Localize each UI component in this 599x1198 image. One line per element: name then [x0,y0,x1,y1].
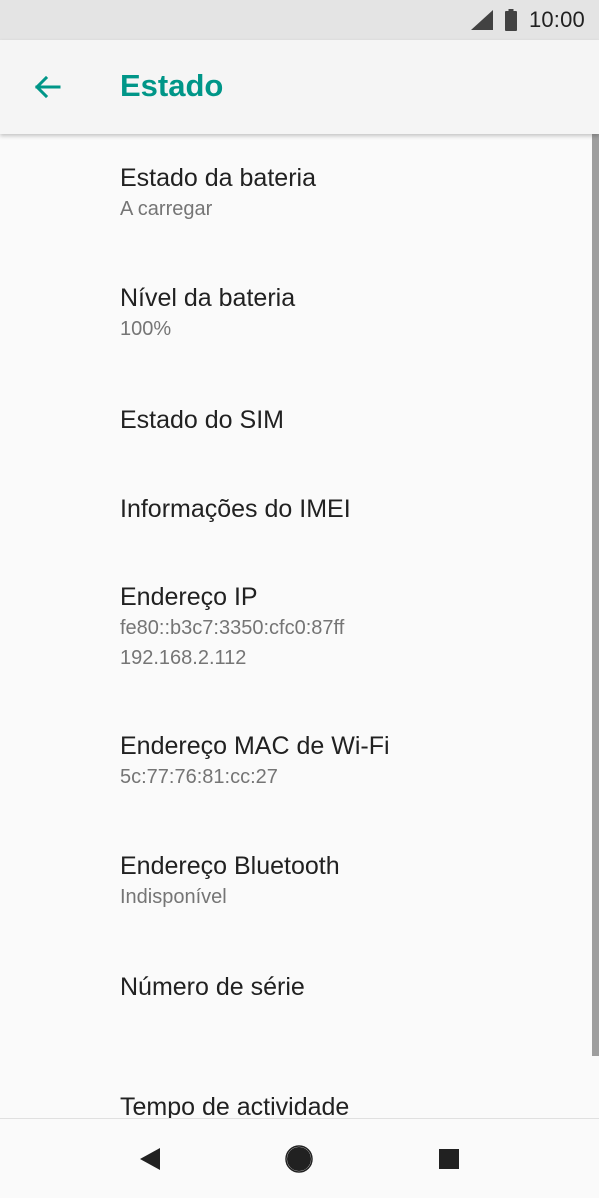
list-item-title: Estado da bateria [120,164,316,192]
triangle-back-icon [140,1148,160,1170]
list-item-imei-info[interactable]: Informações do IMEI [120,493,560,525]
list-item-title: Nível da bateria [120,284,296,312]
list-item-summary: 100% [120,318,172,340]
list-item-wifi-mac[interactable]: Endereço MAC de Wi-Fi 5c:77:76:81:cc:27 [120,730,560,792]
back-button[interactable] [28,68,66,106]
list-item-bluetooth-address[interactable]: Endereço Bluetooth Indisponível [120,850,560,912]
list-item-title: Endereço MAC de Wi-Fi [120,732,390,760]
nav-back-button[interactable] [130,1141,170,1177]
app-bar: Estado [0,40,599,134]
status-time: 10:00 [528,7,585,32]
list-item-ip-address[interactable]: Endereço IP fe80::b3c7:3350:cfc0:87ff 19… [120,581,560,673]
nav-recents-button[interactable] [429,1141,469,1177]
list-item-title: Tempo de actividade [120,1093,350,1118]
arrow-left-icon [34,75,61,99]
list-item-sim-status[interactable]: Estado do SIM [120,404,560,436]
navigation-bar [0,1118,599,1198]
list-item-battery-status[interactable]: Estado da bateria A carregar [120,162,560,224]
page-title: Estado [120,68,224,103]
list-item-battery-level[interactable]: Nível da bateria 100% [120,282,560,344]
list-item-summary: A carregar [120,198,213,220]
list-item-summary: 192.168.2.112 [120,647,247,669]
battery-icon [504,9,517,31]
list-item-summary: Indisponível [120,886,227,908]
list-item-title: Informações do IMEI [120,495,351,523]
list-item-summary: fe80::b3c7:3350:cfc0:87ff [120,617,345,639]
status-list[interactable]: Estado da bateria A carregar Nível da ba… [0,134,599,1118]
list-item-summary: 5c:77:76:81:cc:27 [120,766,278,788]
circle-home-icon [285,1145,313,1173]
list-item-uptime[interactable]: Tempo de actividade [120,1091,560,1118]
cellular-signal-icon [470,10,493,30]
list-item-title: Número de série [120,973,305,1001]
nav-home-button[interactable] [279,1141,319,1177]
list-item-title: Endereço IP [120,583,258,611]
scrollbar-thumb[interactable] [592,134,599,1056]
square-recents-icon [439,1149,459,1169]
status-bar: 10:00 [0,0,599,40]
list-item-title: Estado do SIM [120,406,284,434]
list-item-serial-number[interactable]: Número de série [120,971,560,1003]
list-item-title: Endereço Bluetooth [120,852,340,880]
